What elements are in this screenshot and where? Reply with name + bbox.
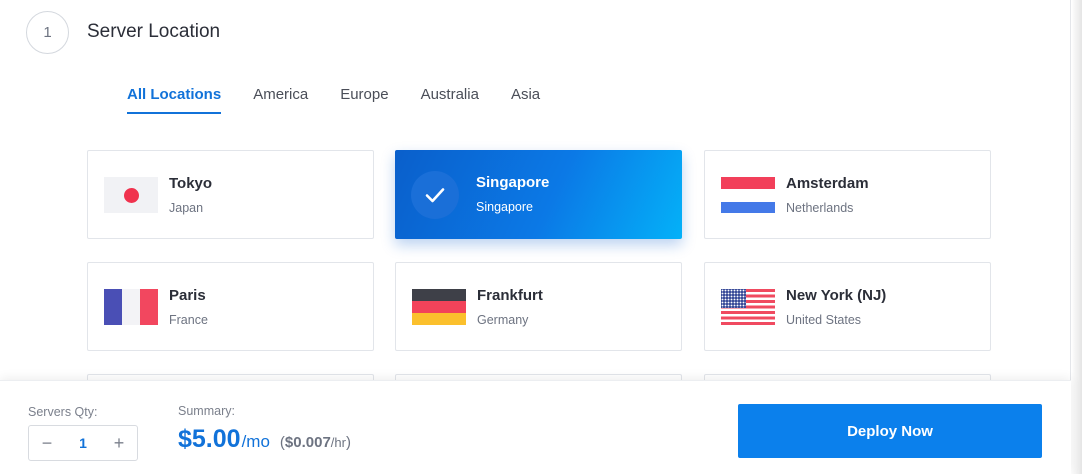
germany-flag-icon xyxy=(412,289,466,325)
tab-australia[interactable]: Australia xyxy=(421,86,479,114)
location-country: Singapore xyxy=(476,200,533,214)
deploy-now-button[interactable]: Deploy Now xyxy=(738,404,1042,458)
location-card-new-york[interactable]: New York (NJ) United States xyxy=(704,262,991,351)
quantity-stepper: − 1 + xyxy=(28,425,138,461)
location-country: France xyxy=(169,313,208,327)
location-card-tokyo[interactable]: Tokyo Japan xyxy=(87,150,374,239)
japan-flag-icon xyxy=(104,177,158,213)
location-city: New York (NJ) xyxy=(786,287,887,304)
location-city: Singapore xyxy=(476,174,550,191)
location-city: Paris xyxy=(169,287,206,304)
monthly-unit: /mo xyxy=(241,432,270,451)
location-city: Frankfurt xyxy=(477,287,543,304)
netherlands-flag-icon xyxy=(721,177,775,213)
location-card-amsterdam[interactable]: Amsterdam Netherlands xyxy=(704,150,991,239)
check-icon xyxy=(411,171,459,219)
scrollbar-edge xyxy=(1070,0,1082,474)
section-title: Server Location xyxy=(87,21,221,42)
decrement-button[interactable]: − xyxy=(41,433,53,454)
summary-label: Summary: xyxy=(178,404,235,418)
tab-all-locations[interactable]: All Locations xyxy=(127,86,222,114)
location-country: United States xyxy=(786,313,862,327)
price-summary: $5.00 /mo ($0.007/hr) xyxy=(178,425,351,454)
tab-europe[interactable]: Europe xyxy=(340,86,388,114)
quantity-value[interactable]: 1 xyxy=(79,435,87,451)
location-country: Netherlands xyxy=(786,201,854,215)
usa-flag-icon xyxy=(721,289,775,325)
location-tabs: All Locations America Europe Australia A… xyxy=(127,86,572,114)
servers-qty-label: Servers Qty: xyxy=(28,405,98,419)
location-card-singapore[interactable]: Singapore Singapore xyxy=(395,150,682,239)
location-card-paris[interactable]: Paris France xyxy=(87,262,374,351)
order-footer: Servers Qty: − 1 + Summary: $5.00 /mo ($… xyxy=(0,380,1071,474)
step-number: 1 xyxy=(43,24,52,41)
hourly-price: ($0.007/hr) xyxy=(279,434,351,451)
location-city: Tokyo xyxy=(169,175,213,192)
increment-button[interactable]: + xyxy=(113,433,125,454)
monthly-price: $5.00 xyxy=(178,425,241,453)
location-country: Germany xyxy=(477,313,529,327)
tab-america[interactable]: America xyxy=(253,86,308,114)
location-country: Japan xyxy=(169,201,204,215)
location-card-frankfurt[interactable]: Frankfurt Germany xyxy=(395,262,682,351)
step-number-badge: 1 xyxy=(26,11,69,54)
tab-asia[interactable]: Asia xyxy=(511,86,540,114)
location-city: Amsterdam xyxy=(786,175,869,192)
france-flag-icon xyxy=(104,289,158,325)
